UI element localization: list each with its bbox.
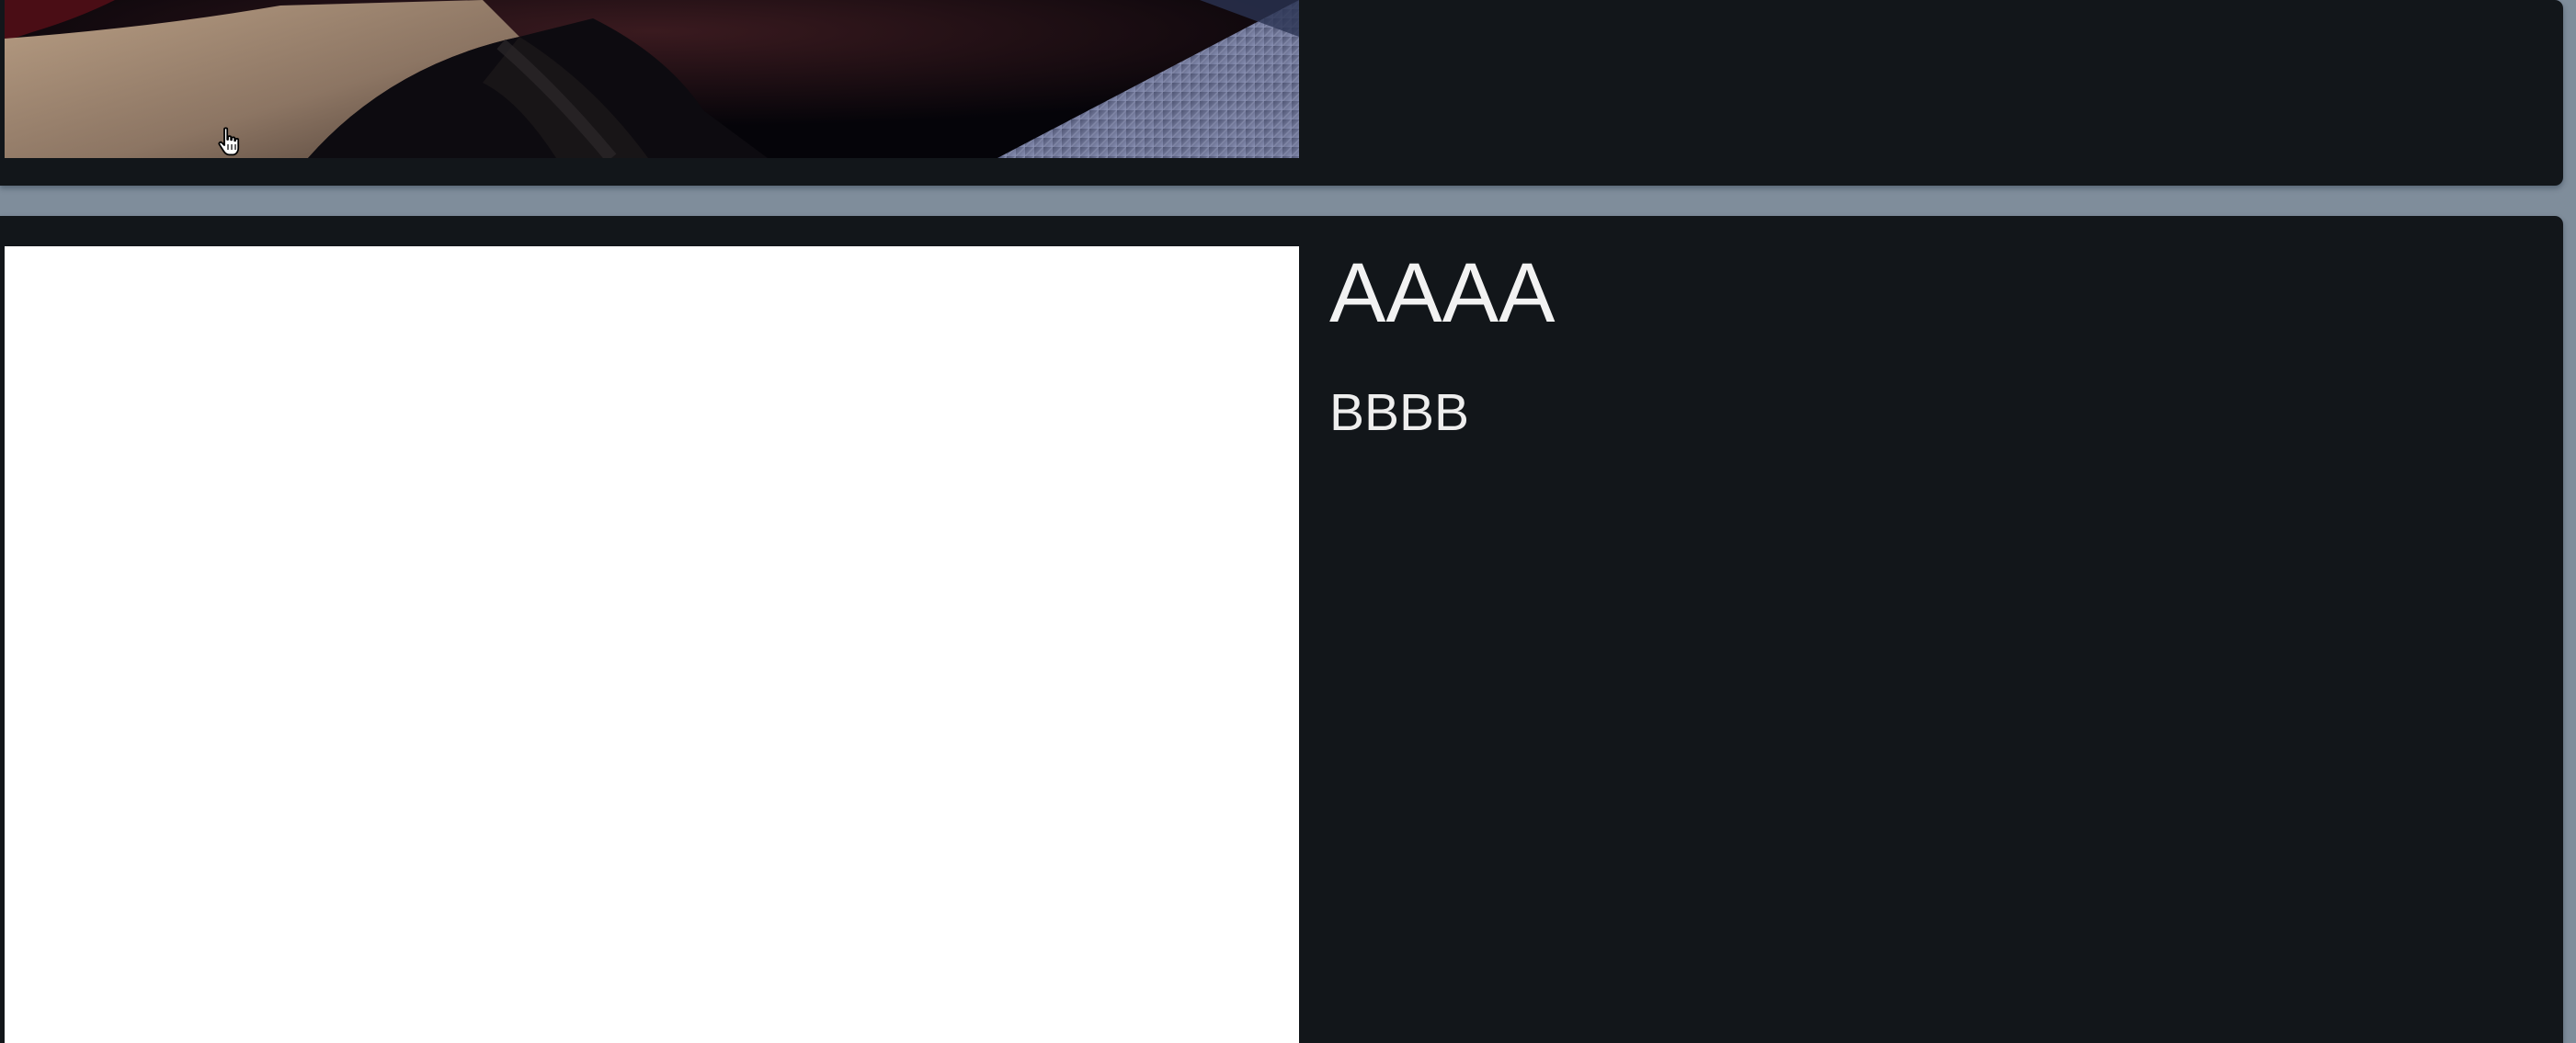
card-1-image[interactable] [5, 0, 1299, 158]
portrait-photo [5, 0, 1299, 158]
card-1[interactable] [0, 0, 2563, 186]
card-2-subtitle: BBBB [1329, 383, 1470, 442]
card-2-image[interactable] [5, 246, 1299, 1043]
card-2-title: AAAA [1329, 246, 1556, 340]
card-2[interactable]: AAAA BBBB [0, 216, 2563, 1043]
